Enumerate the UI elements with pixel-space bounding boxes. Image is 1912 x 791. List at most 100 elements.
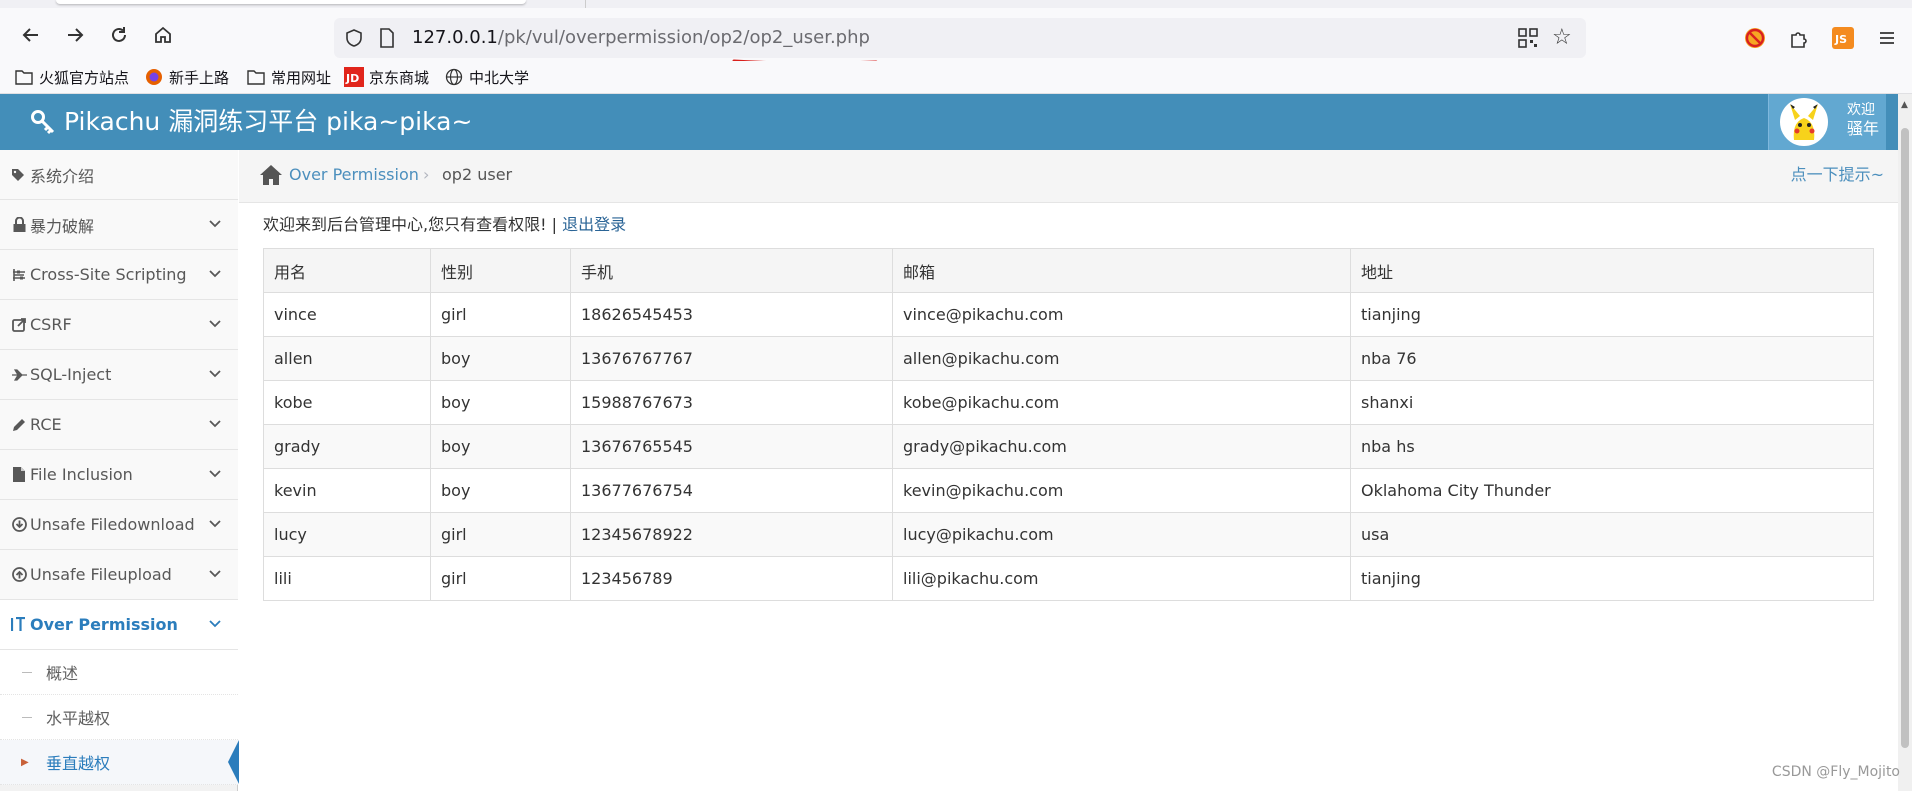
lock-icon [8, 217, 30, 232]
bookmark-label: 常用网址 [271, 68, 332, 87]
sidebar-subitem-horizontal[interactable]: 水平越权 [0, 695, 238, 740]
cell-email: grady@pikachu.com [892, 424, 1351, 469]
globe-icon [444, 67, 464, 87]
sidebar-item-xss[interactable]: Cross-Site Scripting [0, 250, 238, 300]
bookmark-label: 火狐官方站点 [39, 68, 130, 87]
cell-gender: boy [430, 468, 571, 513]
address-bar[interactable]: 127.0.0.1/pk/vul/overpermission/op2/op2_… [334, 18, 1586, 58]
cell-username: kobe [263, 380, 431, 425]
menu-icon[interactable] [1874, 25, 1900, 51]
scroll-up-icon[interactable]: ▲ [1901, 100, 1908, 110]
home-icon [155, 26, 171, 43]
shield-icon[interactable] [344, 28, 364, 48]
table-row: allen boy 13676767767 allen@pikachu.com … [263, 336, 1874, 381]
bookmark-item[interactable]: 常用网址 [246, 65, 331, 89]
breadcrumb-section-link[interactable]: Over Permission [289, 164, 419, 186]
plane-icon [8, 368, 30, 381]
sidebar-item-file-inclusion[interactable]: File Inclusion [0, 450, 238, 500]
forward-button[interactable] [56, 16, 94, 54]
sidebar-item-over-permission[interactable]: Over Permission [0, 600, 238, 650]
site-header: Pikachu 漏洞练习平台 pika~pika~ 欢迎 骚年 [0, 94, 1898, 150]
avatar [1780, 98, 1828, 146]
url-text[interactable]: 127.0.0.1/pk/vul/overpermission/op2/op2_… [412, 27, 870, 49]
home-icon[interactable] [259, 164, 283, 186]
breadcrumb-current: op2 user [442, 165, 513, 184]
sidebar-item-sql-inject[interactable]: SQL-Inject [0, 350, 238, 400]
column-header: 邮箱 [892, 248, 1351, 293]
sidebar-item-intro[interactable]: 系统介绍 [0, 150, 238, 200]
caret-right-icon: ▶ [21, 757, 29, 768]
cell-username: grady [263, 424, 431, 469]
sidebar-subitem-vertical[interactable]: ▶ 垂直越权 [0, 740, 239, 785]
page-icon[interactable] [378, 28, 396, 48]
scrollbar-thumb[interactable] [1901, 128, 1909, 748]
bookmark-star-icon[interactable]: ☆ [1552, 25, 1572, 50]
cell-gender: girl [430, 556, 571, 601]
home-button[interactable] [144, 16, 182, 54]
cell-address: usa [1350, 512, 1874, 557]
bookmark-item[interactable]: JD 京东商城 [344, 65, 429, 89]
sidebar-item-label: Unsafe Fileupload [30, 565, 172, 584]
sidebar-subitem-overview[interactable]: 概述 [0, 650, 238, 695]
folder-icon [14, 67, 34, 87]
bookmark-label: 京东商城 [369, 68, 430, 87]
tree-dash [22, 672, 32, 673]
bookmark-label: 中北大学 [469, 68, 530, 87]
cell-phone: 18626545453 [570, 292, 893, 337]
extensions-puzzle-icon[interactable] [1786, 25, 1812, 51]
bookmark-item[interactable]: 中北大学 [444, 65, 529, 89]
logout-link[interactable]: 退出登录 [562, 215, 626, 234]
chevron-down-icon [209, 520, 221, 528]
url-host: 127.0.0.1 [412, 27, 498, 48]
column-header: 地址 [1350, 248, 1874, 293]
column-header: 手机 [570, 248, 893, 293]
cell-gender: boy [430, 380, 571, 425]
sidebar-item-rce[interactable]: RCE [0, 400, 238, 450]
sidebar-subitem-label: 垂直越权 [46, 754, 111, 773]
sidebar-item-label: Over Permission [30, 615, 178, 634]
reload-icon [112, 27, 126, 42]
chevron-down-icon [209, 470, 221, 478]
sidebar-item-unsafe-fileupload[interactable]: Unsafe Fileupload [0, 550, 238, 600]
sidebar-item-brute-force[interactable]: 暴力破解 [0, 200, 238, 250]
cell-email: lili@pikachu.com [892, 556, 1351, 601]
welcome-message: 欢迎来到后台管理中心,您只有查看权限! | 退出登录 [263, 213, 626, 237]
firefox-icon [144, 67, 164, 87]
active-tab[interactable] [56, 0, 526, 4]
tags-icon [8, 168, 30, 182]
bookmark-item[interactable]: 新手上路 [144, 65, 229, 89]
sidebar-item-unsafe-filedownload[interactable]: Unsafe Filedownload [0, 500, 238, 550]
bookmark-item[interactable]: 火狐官方站点 [14, 65, 129, 89]
hint-link[interactable]: 点一下提示~ [1791, 164, 1884, 186]
cell-phone: 123456789 [570, 556, 893, 601]
chevron-down-icon [209, 570, 221, 578]
sidebar-subitem-label: 水平越权 [46, 709, 111, 728]
jd-icon: JD [344, 67, 364, 87]
brand[interactable]: Pikachu 漏洞练习平台 pika~pika~ [30, 104, 472, 140]
cell-phone: 12345678922 [570, 512, 893, 557]
block-extension-icon[interactable] [1742, 25, 1768, 51]
user-menu[interactable]: 欢迎 骚年 [1768, 94, 1886, 150]
cell-gender: girl [430, 292, 571, 337]
sliders-icon [8, 268, 30, 282]
reload-button[interactable] [100, 16, 138, 54]
back-button[interactable] [12, 16, 50, 54]
cell-gender: boy [430, 336, 571, 381]
bookmarks-bar: 火狐官方站点 新手上路 常用网址 JD 京东商城 中北大学 [0, 61, 1912, 94]
page-scrollbar[interactable]: ▲ [1898, 94, 1912, 791]
sidebar: 系统介绍 暴力破解 Cross-Site Scripting CSRF SQL-… [0, 150, 239, 791]
chevron-down-icon [209, 270, 221, 278]
cell-username: vince [263, 292, 431, 337]
cell-address: tianjing [1350, 556, 1874, 601]
sidebar-item-label: SQL-Inject [30, 365, 112, 384]
column-header: 性别 [430, 248, 571, 293]
js-extension-icon[interactable]: JS [1830, 25, 1856, 51]
qr-code-icon[interactable] [1518, 28, 1538, 48]
cell-username: lili [263, 556, 431, 601]
sidebar-item-label: File Inclusion [30, 465, 133, 484]
sidebar-item-csrf[interactable]: CSRF [0, 300, 238, 350]
text-height-icon [8, 617, 30, 632]
cell-phone: 13676767767 [570, 336, 893, 381]
cell-email: vince@pikachu.com [892, 292, 1351, 337]
table-row: grady boy 13676765545 grady@pikachu.com … [263, 424, 1874, 469]
